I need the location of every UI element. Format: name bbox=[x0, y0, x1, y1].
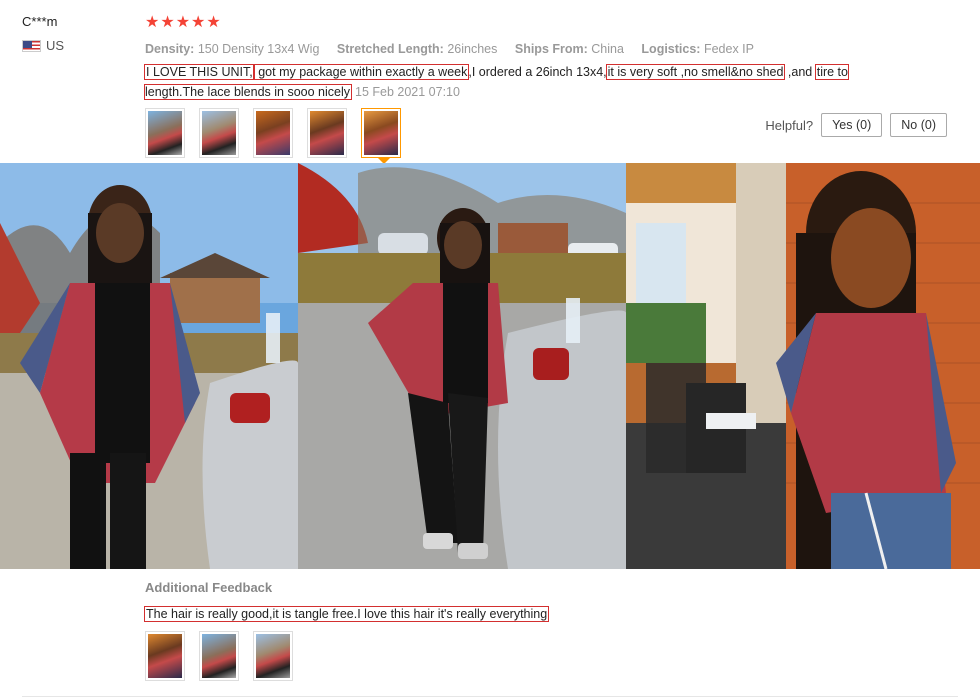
attr-density-value: 150 Density 13x4 Wig bbox=[197, 42, 320, 56]
thumbnail-2[interactable] bbox=[199, 108, 239, 158]
order-attributes: Density: 150 Density 13x4 Wig Stretched … bbox=[145, 42, 965, 56]
review-card: C***m US ★★★★★ Density: 150 Density 13x4… bbox=[0, 0, 980, 700]
helpful-yes-button[interactable]: Yes (0) bbox=[821, 113, 883, 137]
reviewer-country: US bbox=[22, 38, 132, 53]
review-photo-2[interactable] bbox=[298, 163, 626, 569]
attr-density-key: Density: bbox=[145, 42, 195, 56]
us-flag-icon bbox=[22, 39, 41, 52]
attr-ships-key: Ships From: bbox=[514, 42, 588, 56]
additional-feedback-text: The hair is really good,it is tangle fre… bbox=[143, 606, 550, 622]
attr-logistics-key: Logistics: bbox=[641, 42, 701, 56]
helpful-label: Helpful? bbox=[765, 117, 814, 133]
additional-thumbnail-3[interactable] bbox=[253, 631, 293, 681]
helpful-no-button[interactable]: No (0) bbox=[890, 113, 947, 137]
helpful-votes: Helpful? Yes (0) No (0) bbox=[765, 113, 947, 137]
additional-thumbnail-1[interactable] bbox=[145, 631, 185, 681]
review-photo-1[interactable] bbox=[0, 163, 298, 569]
divider bbox=[22, 696, 958, 697]
attr-logistics-value: Fedex IP bbox=[703, 42, 754, 56]
review-text: I LOVE THIS UNIT, got my package within … bbox=[144, 62, 865, 102]
highlight-1: I LOVE THIS UNIT, bbox=[144, 64, 255, 80]
review-date: 15 Feb 2021 07:10 bbox=[355, 85, 460, 99]
review-segment: ,I ordered a 26inch 13x4, bbox=[468, 65, 607, 79]
thumbnail-1[interactable] bbox=[145, 108, 185, 158]
highlight-2: got my package within exactly a week bbox=[252, 64, 470, 80]
thumbnail-3[interactable] bbox=[253, 108, 293, 158]
highlight-3: it is very soft ,no smell&no shed bbox=[605, 64, 786, 80]
thumbnail-4[interactable] bbox=[307, 108, 347, 158]
thumbnail-5-active[interactable] bbox=[361, 108, 401, 164]
review-photo-3[interactable] bbox=[626, 163, 980, 569]
country-label: US bbox=[46, 38, 65, 53]
star-rating: ★★★★★ bbox=[145, 14, 222, 31]
additional-feedback: Additional Feedback The hair is really g… bbox=[143, 580, 550, 681]
additional-thumbnail-2[interactable] bbox=[199, 631, 239, 681]
additional-thumbnails bbox=[145, 631, 548, 681]
attr-length-key: Stretched Length: bbox=[336, 42, 444, 56]
review-segment: ,and bbox=[784, 65, 816, 79]
reviewer-name: C***m bbox=[22, 14, 58, 29]
photo-gallery bbox=[0, 163, 980, 569]
additional-feedback-title: Additional Feedback bbox=[145, 580, 273, 595]
reviewer-info: C***m US bbox=[22, 14, 132, 53]
attr-ships-value: China bbox=[591, 42, 624, 56]
attr-length-value: 26inches bbox=[447, 42, 498, 56]
